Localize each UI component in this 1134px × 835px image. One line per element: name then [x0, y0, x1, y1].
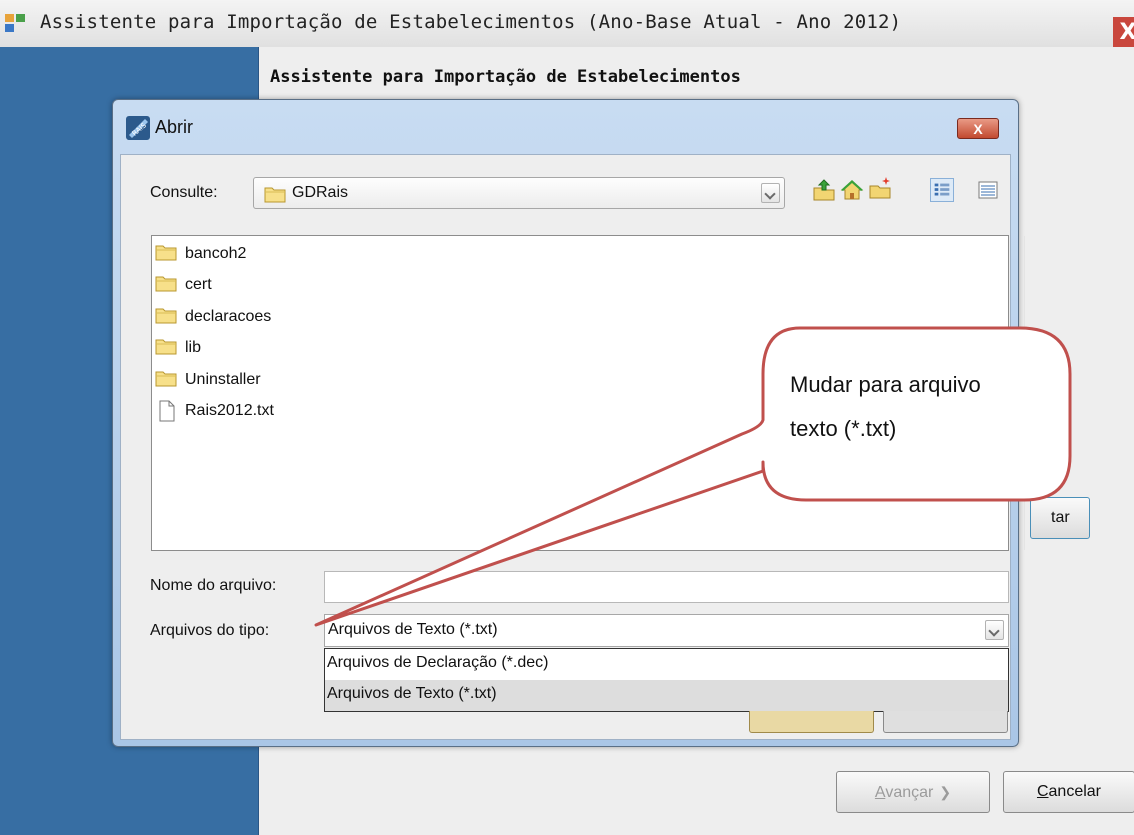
callout-line-1: Mudar para arquivo — [790, 372, 981, 397]
callout-line-2: texto (*.txt) — [790, 416, 897, 441]
callout-text: Mudar para arquivo texto (*.txt) — [790, 363, 1050, 451]
